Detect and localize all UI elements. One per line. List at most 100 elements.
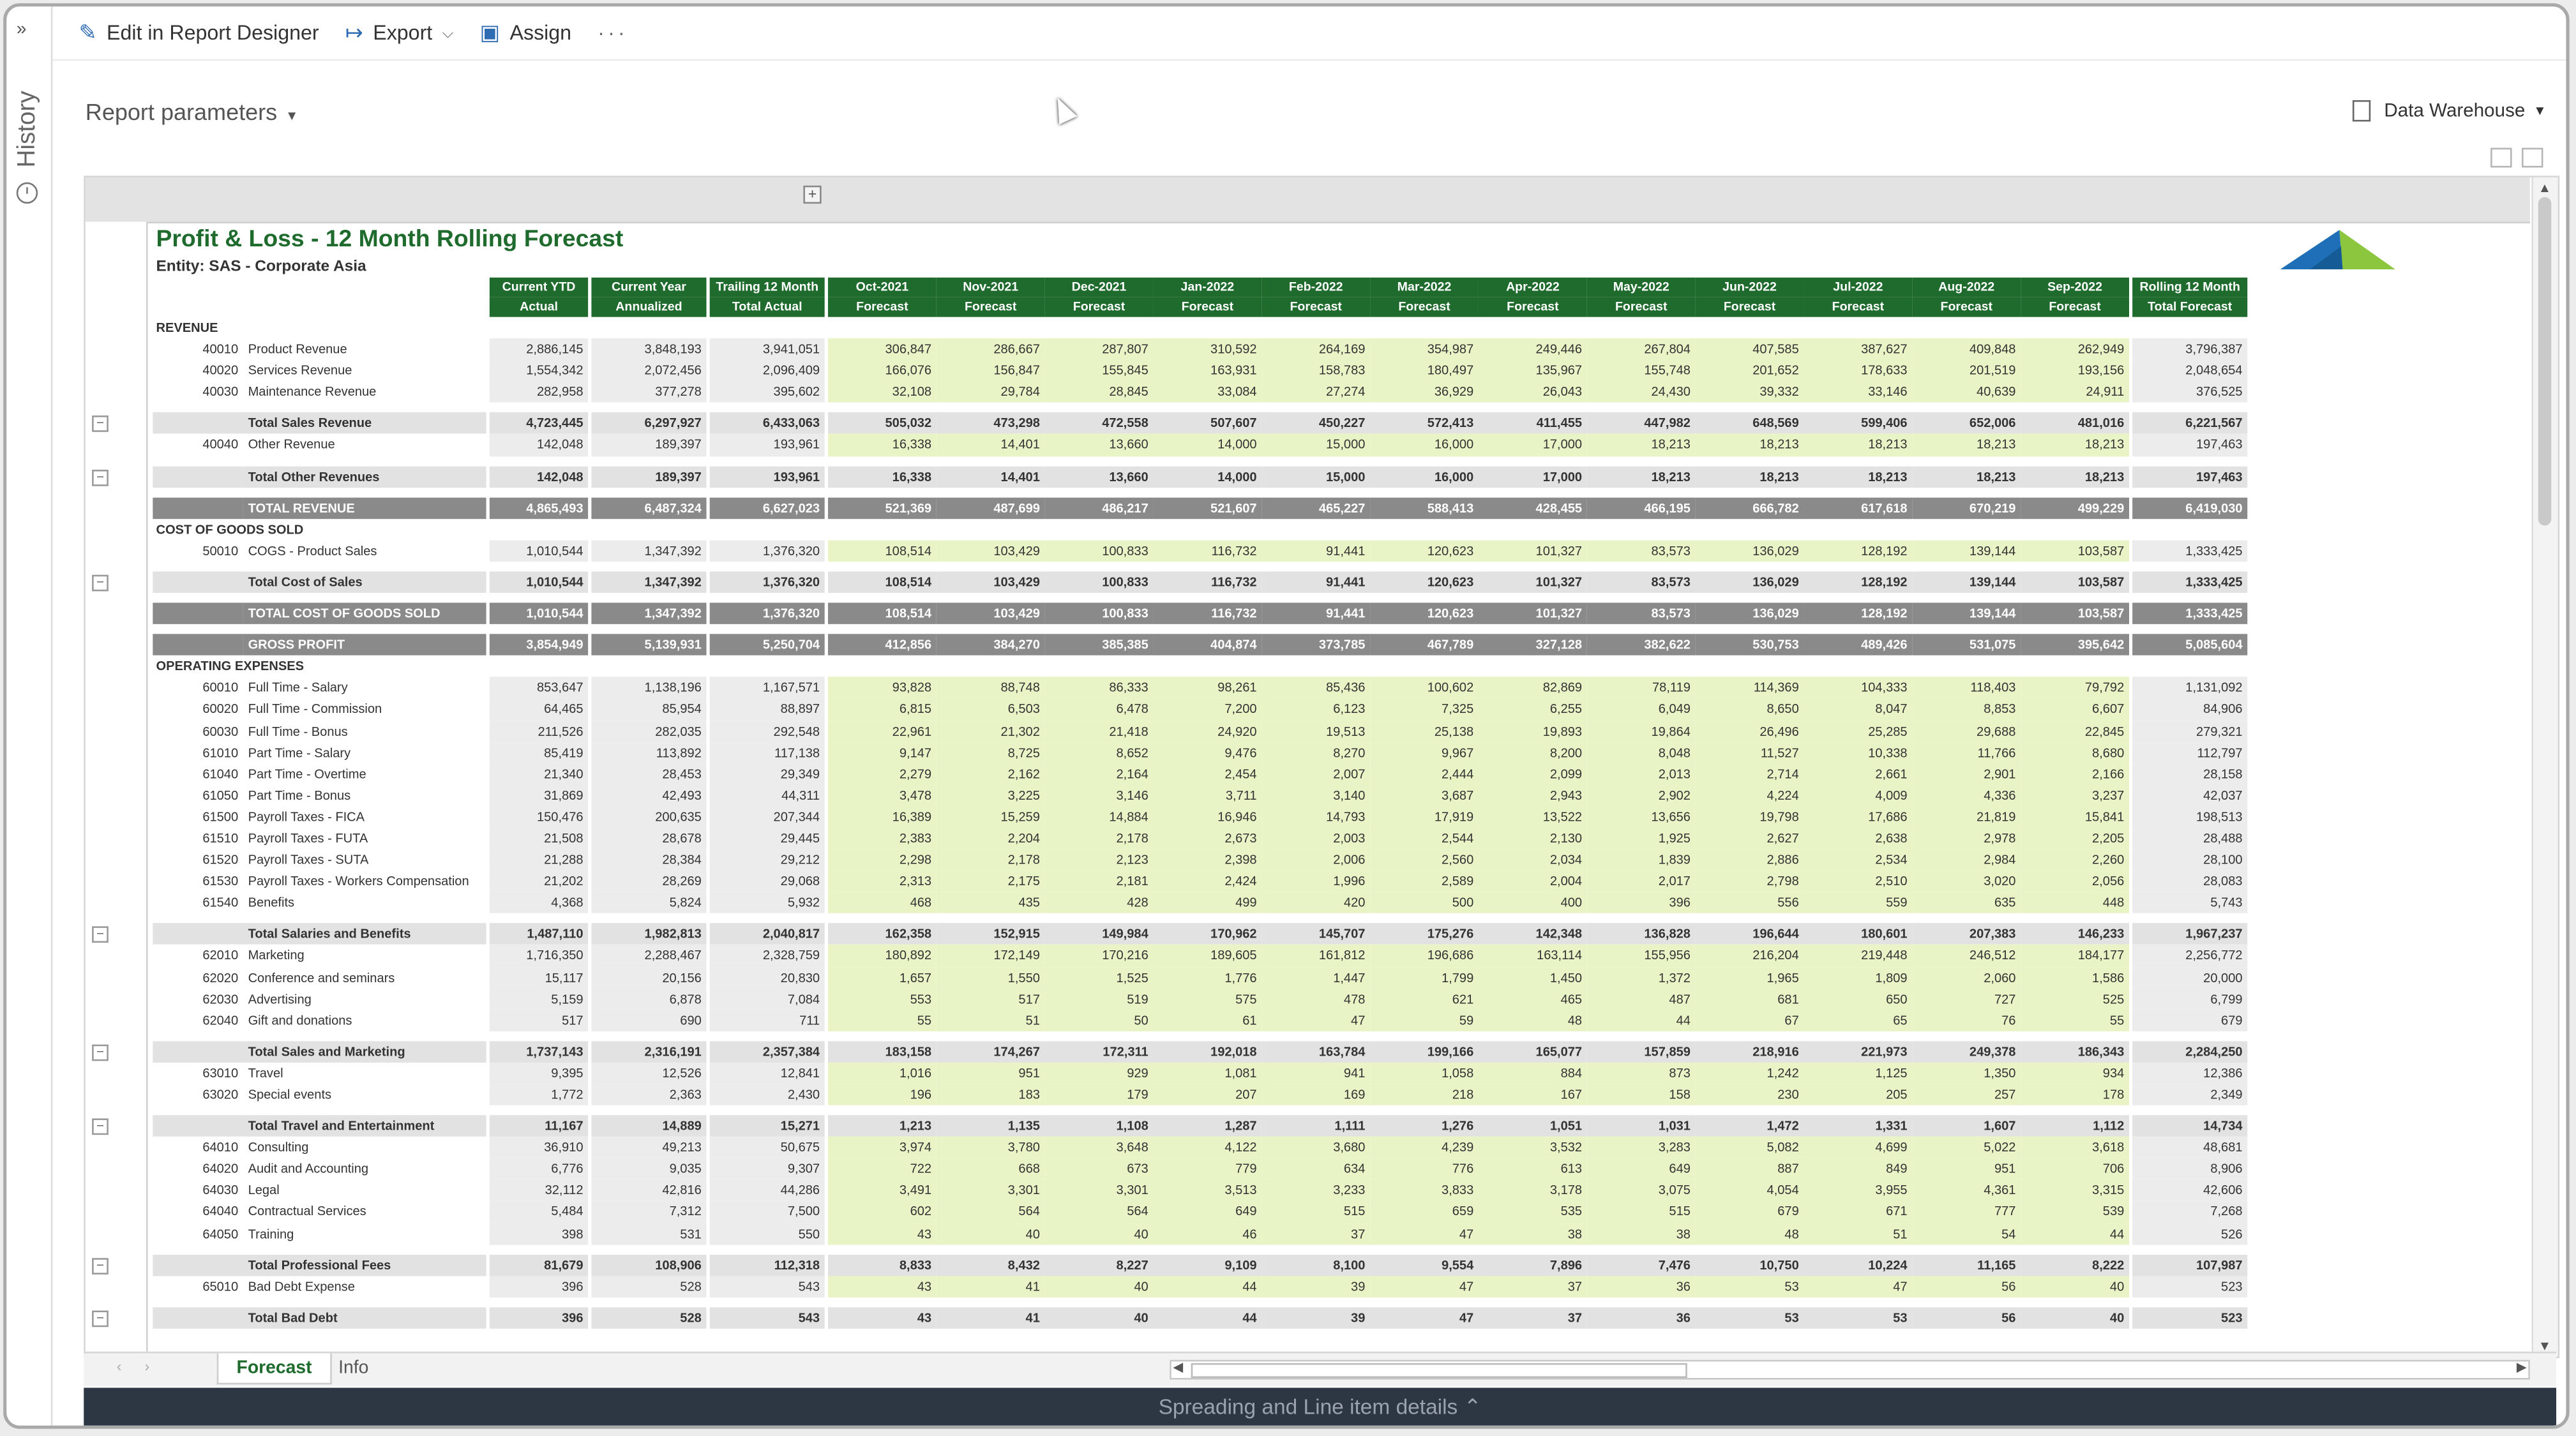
forecast-cell[interactable]: 15,000 [1262,434,1371,456]
forecast-cell[interactable]: 39 [1262,1275,1371,1298]
forecast-cell[interactable]: 19,893 [1478,720,1587,742]
forecast-cell[interactable]: 2,298 [827,849,937,871]
forecast-cell[interactable]: 28,845 [1044,381,1154,403]
forecast-cell[interactable]: 14,000 [1153,434,1262,456]
more-options-button[interactable]: ··· [598,21,628,44]
forecast-cell[interactable]: 515 [1586,1201,1696,1223]
forecast-cell[interactable]: 246,512 [1912,945,2021,967]
table-row[interactable]: 60020 Full Time - Commission 64,465 85,954 8… [153,698,2248,721]
forecast-cell[interactable]: 88,748 [936,677,1045,699]
forecast-cell[interactable]: 2,638 [1804,827,1913,849]
forecast-cell[interactable]: 40,639 [1912,381,2021,403]
forecast-cell[interactable]: 2,007 [1262,763,1371,785]
forecast-cell[interactable]: 306,847 [827,338,937,361]
forecast-cell[interactable]: 155,845 [1044,360,1154,382]
collapse-group-icon[interactable]: − [92,1310,109,1327]
forecast-cell[interactable]: 727 [1912,988,2021,1010]
forecast-cell[interactable]: 51 [1804,1222,1913,1245]
forecast-cell[interactable]: 6,049 [1586,698,1696,721]
forecast-cell[interactable]: 26,043 [1478,381,1587,403]
forecast-cell[interactable]: 2,398 [1153,849,1262,871]
forecast-cell[interactable]: 180,892 [827,945,937,967]
forecast-cell[interactable]: 559 [1804,892,1913,914]
forecast-cell[interactable]: 650 [1804,988,1913,1010]
table-row[interactable]: 61520 Payroll Taxes - SUTA 21,288 28,384 29,… [153,849,2248,871]
forecast-cell[interactable]: 24,920 [1153,720,1262,742]
forecast-cell[interactable]: 2,003 [1262,827,1371,849]
forecast-cell[interactable]: 196,686 [1370,945,1479,967]
table-row[interactable]: 64050 Training 398 531 550 43 40 40 46 37 47 38 38 48… [153,1222,2248,1245]
forecast-cell[interactable]: 21,302 [936,720,1045,742]
forecast-cell[interactable]: 4,239 [1370,1137,1479,1158]
table-row[interactable]: 61040 Part Time - Overtime 21,340 28,453 29,… [153,763,2248,785]
forecast-cell[interactable]: 33,084 [1153,381,1262,403]
forecast-cell[interactable]: 158,783 [1262,360,1371,382]
forecast-cell[interactable]: 16,000 [1370,434,1479,456]
forecast-cell[interactable]: 189,605 [1153,945,1262,967]
forecast-cell[interactable]: 8,270 [1262,742,1371,763]
forecast-cell[interactable]: 2,178 [1044,827,1154,849]
forecast-cell[interactable]: 776 [1370,1158,1479,1180]
forecast-cell[interactable]: 36,929 [1370,381,1479,403]
forecast-cell[interactable]: 183 [936,1084,1045,1106]
forecast-cell[interactable]: 4,336 [1912,784,2021,807]
forecast-cell[interactable]: 41 [936,1275,1045,1298]
forecast-cell[interactable]: 59 [1370,1009,1479,1031]
clock-icon[interactable] [16,182,38,204]
forecast-cell[interactable]: 43 [827,1275,937,1298]
forecast-cell[interactable]: 499 [1153,892,1262,914]
forecast-cell[interactable]: 500 [1370,892,1479,914]
forecast-cell[interactable]: 635 [1912,892,2021,914]
vertical-scrollbar[interactable]: ▲ ▼ [2531,177,2558,1357]
forecast-cell[interactable]: 2,099 [1478,763,1587,785]
forecast-cell[interactable]: 3,075 [1586,1179,1696,1202]
forecast-cell[interactable]: 17,919 [1370,806,1479,828]
forecast-cell[interactable]: 649 [1586,1158,1696,1180]
forecast-cell[interactable]: 16,946 [1153,806,1262,828]
forecast-cell[interactable]: 46 [1153,1222,1262,1245]
forecast-cell[interactable]: 48 [1695,1222,1804,1245]
forecast-cell[interactable]: 2,901 [1912,763,2021,785]
forecast-cell[interactable]: 3,780 [936,1137,1045,1158]
forecast-cell[interactable]: 310,592 [1153,338,1262,361]
forecast-cell[interactable]: 101,327 [1478,540,1587,562]
forecast-cell[interactable]: 1,447 [1262,966,1371,989]
forecast-cell[interactable]: 602 [827,1201,937,1223]
forecast-cell[interactable]: 1,965 [1695,966,1804,989]
scroll-left-icon[interactable]: ◀ [1173,1360,1183,1375]
forecast-cell[interactable]: 178 [2021,1084,2129,1106]
tab-forecast[interactable]: Forecast [216,1353,332,1385]
forecast-cell[interactable]: 354,987 [1370,338,1479,361]
forecast-cell[interactable]: 18,213 [1695,434,1804,456]
forecast-cell[interactable]: 2,060 [1912,966,2021,989]
forecast-cell[interactable]: 10,338 [1804,742,1913,763]
forecast-cell[interactable]: 14,793 [1262,806,1371,828]
forecast-cell[interactable]: 2,130 [1478,827,1587,849]
forecast-cell[interactable]: 196 [827,1084,937,1106]
forecast-cell[interactable]: 951 [1912,1158,2021,1180]
table-row[interactable]: 63020 Special events 1,772 2,363 2,430 196 183… [153,1084,2248,1106]
forecast-cell[interactable]: 1,125 [1804,1062,1913,1084]
forecast-cell[interactable]: 519 [1044,988,1154,1010]
forecast-cell[interactable]: 2,383 [827,827,937,849]
forecast-cell[interactable]: 3,491 [827,1179,937,1202]
forecast-cell[interactable]: 3,532 [1478,1137,1587,1158]
forecast-cell[interactable]: 18,213 [1804,434,1913,456]
forecast-cell[interactable]: 40 [936,1222,1045,1245]
forecast-cell[interactable]: 16,389 [827,806,937,828]
forecast-cell[interactable]: 178,633 [1804,360,1913,382]
forecast-cell[interactable]: 61 [1153,1009,1262,1031]
table-row[interactable]: 61530 Payroll Taxes - Workers Compensatio… [153,871,2248,892]
forecast-cell[interactable]: 8,652 [1044,742,1154,763]
forecast-cell[interactable]: 2,714 [1695,763,1804,785]
table-row[interactable]: 60030 Full Time - Bonus 211,526 282,035 292,… [153,720,2248,742]
forecast-cell[interactable]: 7,200 [1153,698,1262,721]
forecast-cell[interactable]: 849 [1804,1158,1913,1180]
forecast-cell[interactable]: 51 [936,1009,1045,1031]
forecast-cell[interactable]: 409,848 [1912,338,2021,361]
forecast-cell[interactable]: 120,623 [1370,540,1479,562]
forecast-cell[interactable]: 82,869 [1478,677,1587,699]
forecast-cell[interactable]: 67 [1695,1009,1804,1031]
forecast-cell[interactable]: 2,902 [1586,784,1696,807]
forecast-cell[interactable]: 6,503 [936,698,1045,721]
